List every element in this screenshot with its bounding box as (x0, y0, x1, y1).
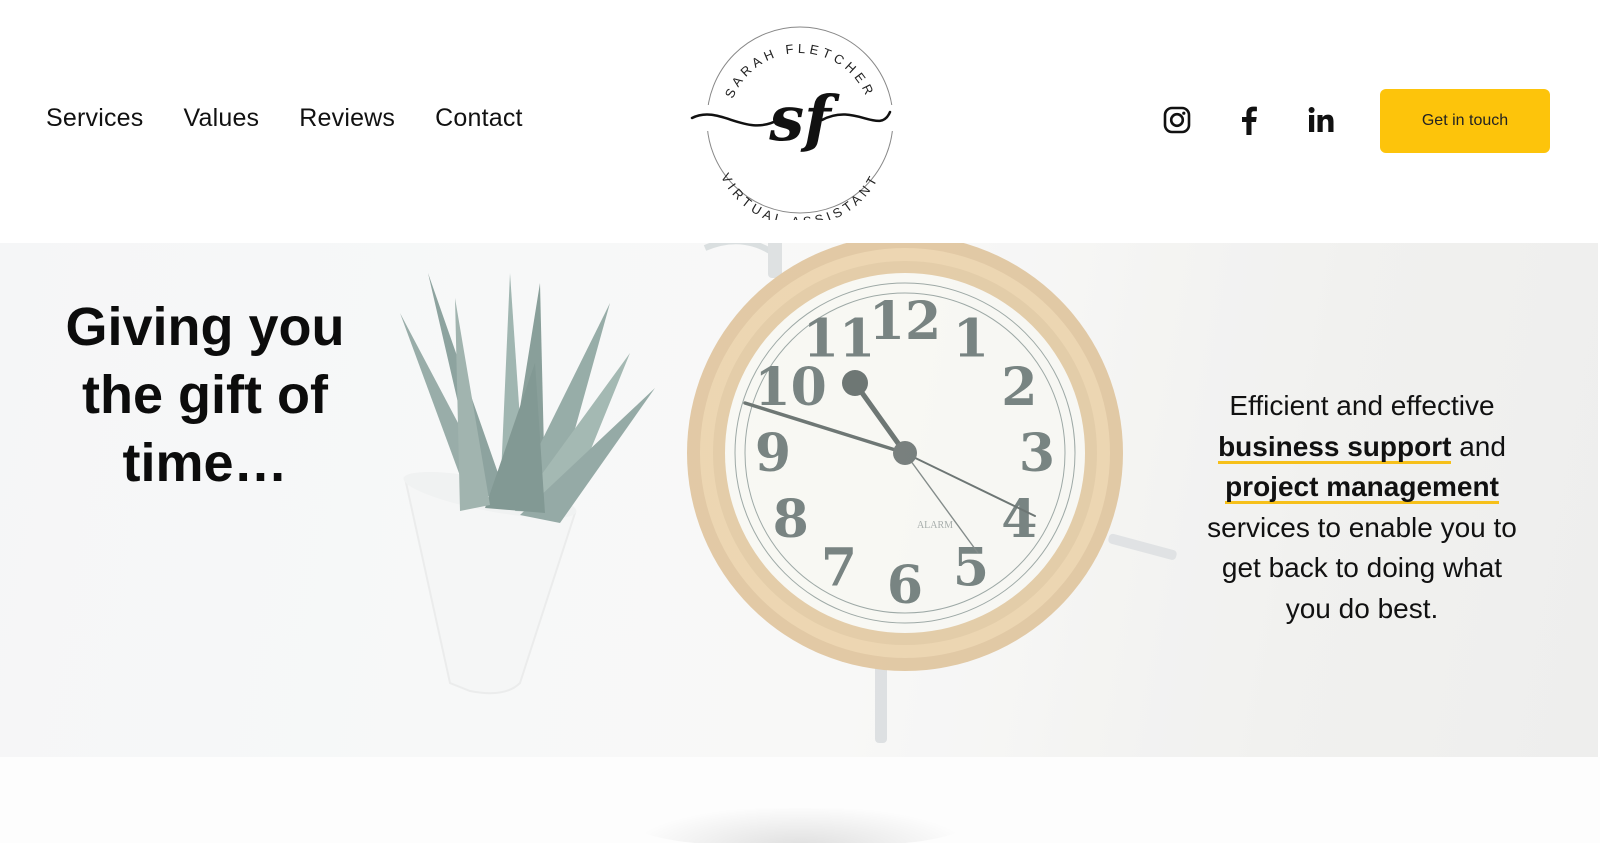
tagline-text: and (1451, 430, 1506, 462)
instagram-icon[interactable] (1162, 104, 1192, 136)
hero-heading: Giving you the gift of time… (40, 293, 370, 497)
tagline-text: get back to doing what (1221, 552, 1503, 583)
logo-emblem: SARAH FLETCHER VIRTUAL ASSISTANT sf (690, 26, 910, 229)
facebook-icon[interactable] (1234, 104, 1264, 136)
social-links (1162, 104, 1336, 136)
nav-link-contact[interactable]: Contact (435, 104, 523, 133)
hero-tagline: Efficient and effective business support… (1172, 386, 1552, 629)
nav-link-reviews[interactable]: Reviews (299, 104, 395, 133)
linkedin-icon[interactable] (1306, 104, 1336, 136)
card-shadow (640, 808, 960, 843)
tagline-text: services to enable you to (1207, 511, 1517, 543)
hero-heading-line: time… (122, 433, 288, 493)
site-logo[interactable]: SARAH FLETCHER VIRTUAL ASSISTANT sf (690, 20, 910, 229)
tagline-highlight-project-management: project management (1225, 471, 1499, 504)
hero-banner: 12 1 2 3 4 5 6 7 8 9 10 11 ALARM Giving you the gif… (0, 243, 1598, 757)
tagline-text: Efficient and effective (1229, 390, 1495, 421)
site-header: Services Values Reviews Contact SARAH FL… (0, 0, 1600, 243)
tagline-text: you do best. (1285, 592, 1439, 624)
hero-heading-line: Giving you (65, 297, 345, 357)
nav-link-values[interactable]: Values (183, 104, 259, 133)
get-in-touch-button[interactable]: Get in touch (1380, 89, 1550, 153)
tagline-highlight-business-support: business support (1218, 430, 1452, 464)
hero-heading-line: the gift of (82, 365, 328, 425)
main-nav: Services Values Reviews Contact (46, 104, 523, 133)
nav-link-services[interactable]: Services (46, 104, 143, 133)
logo-monogram: sf (768, 82, 840, 155)
